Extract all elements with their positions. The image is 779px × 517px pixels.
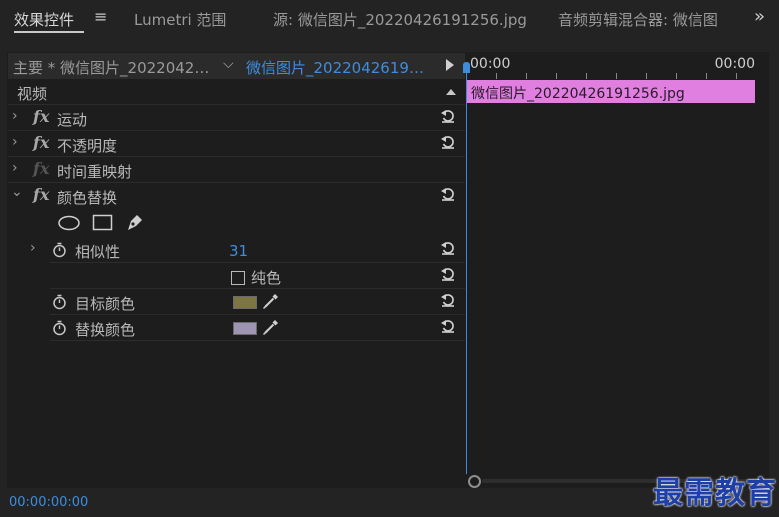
tab-source[interactable]: 源: 微信图片_20220426191256.jpg [273,9,527,30]
reset-icon[interactable] [440,108,456,124]
ruler-tick [586,73,587,79]
reset-icon[interactable] [440,266,456,282]
divider [50,340,465,341]
play-triangle-icon[interactable] [446,59,454,71]
effect-color-replace-label: 颜色替换 [57,189,118,207]
eyedropper-icon[interactable] [262,318,280,336]
timeline-end-time: 00:00 [714,56,755,72]
divider [8,182,465,183]
replace-color-swatch[interactable] [233,322,257,335]
reset-icon[interactable] [440,186,456,202]
divider [50,262,465,263]
chevron-right-icon[interactable]: › [12,108,18,124]
ruler-tick [616,73,617,79]
param-solid-row: 纯色 [8,264,465,289]
stopwatch-icon[interactable] [52,242,67,258]
collapse-up-icon[interactable] [446,88,456,96]
fx-icon: fx [33,159,50,178]
playhead-line [466,66,467,488]
solid-checkbox[interactable] [231,271,245,285]
ellipse-mask-icon[interactable] [57,215,81,231]
param-similarity-row: › 相似性 31 [8,238,465,263]
similarity-value[interactable]: 31 [229,242,248,260]
param-target-color-row: 目标颜色 [8,290,465,315]
timeline-clip-label: 微信图片_20220426191256.jpg [471,86,685,102]
divider [8,156,465,157]
divider [50,288,465,289]
chevron-right-icon[interactable]: › [12,160,18,176]
ruler-tick [676,73,677,79]
effect-time-remap-label: 时间重映射 [57,163,133,181]
tab-overflow-icon[interactable]: » [754,6,765,27]
effect-color-replace-row[interactable]: ⌄ fx 颜色替换 [8,184,465,209]
target-color-swatch[interactable] [233,296,257,309]
mask-tools [8,210,465,238]
divider [50,314,465,315]
solid-label: 纯色 [251,269,282,287]
chevron-right-icon[interactable]: › [30,240,36,256]
effect-opacity-row[interactable]: › fx 不透明度 [8,132,465,157]
divider [8,130,465,131]
master-clip-label[interactable]: 主要 * 微信图片_20220426191256.jpg [13,57,218,78]
chevron-right-icon[interactable]: › [12,134,18,150]
ruler-tick [556,73,557,79]
replace-color-label: 替换颜色 [75,321,136,339]
fx-icon[interactable]: fx [33,107,49,126]
fx-icon[interactable]: fx [33,133,49,152]
target-color-label: 目标颜色 [75,295,136,313]
panel-tab-bar: 效果控件 ≡ Lumetri 范围 源: 微信图片_20220426191256… [0,0,779,38]
sequence-clip-label[interactable]: 微信图片_20220426191256.jpg [246,57,433,78]
pen-mask-icon[interactable] [125,212,145,232]
tab-lumetri-scopes[interactable]: Lumetri 范围 [134,9,226,30]
current-timecode[interactable]: 00:00:00:00 [9,495,88,510]
divider [8,104,465,105]
stopwatch-icon[interactable] [52,320,67,336]
stopwatch-icon[interactable] [52,294,67,310]
effect-opacity-label: 不透明度 [57,137,118,155]
chevron-down-icon[interactable]: ⌵ [223,56,234,72]
param-replace-color-row: 替换颜色 [8,316,465,341]
ruler-tick [706,73,707,79]
tab-audio-clip-mixer[interactable]: 音频剪辑混合器: 微信图 [558,9,750,30]
active-tab-indicator [14,31,84,33]
effect-motion-row[interactable]: › fx 运动 [8,106,465,131]
ruler-tick [526,73,527,79]
zoom-handle[interactable] [468,475,481,488]
tab-effect-controls[interactable]: 效果控件 [14,9,74,30]
reset-icon[interactable] [440,134,456,150]
clip-header: 主要 * 微信图片_20220426191256.jpg ⌵ 微信图片_2022… [8,53,465,79]
reset-icon[interactable] [440,318,456,334]
eyedropper-icon[interactable] [262,292,280,310]
effect-time-remap-row[interactable]: › fx 时间重映射 [8,158,465,183]
similarity-label: 相似性 [75,243,121,261]
effect-motion-label: 运动 [57,111,88,129]
timeline-ruler[interactable]: 00:00 00:00 [466,53,769,79]
watermark-text: 最需教育 [653,476,777,511]
reset-icon[interactable] [440,292,456,308]
playhead-handle[interactable] [463,62,470,73]
timeline-clip[interactable]: 微信图片_20220426191256.jpg [467,80,755,103]
ruler-tick [646,73,647,79]
reset-icon[interactable] [440,240,456,256]
ruler-tick [496,73,497,79]
panel-menu-icon[interactable]: ≡ [94,7,107,26]
ruler-tick [736,73,737,79]
fx-icon[interactable]: fx [33,185,49,204]
video-section-label: 视频 [17,85,48,103]
timeline-start-time: 00:00 [470,56,511,72]
chevron-down-icon[interactable]: ⌄ [11,184,23,200]
video-section-header: 视频 [8,80,465,105]
rectangle-mask-icon[interactable] [92,214,114,232]
